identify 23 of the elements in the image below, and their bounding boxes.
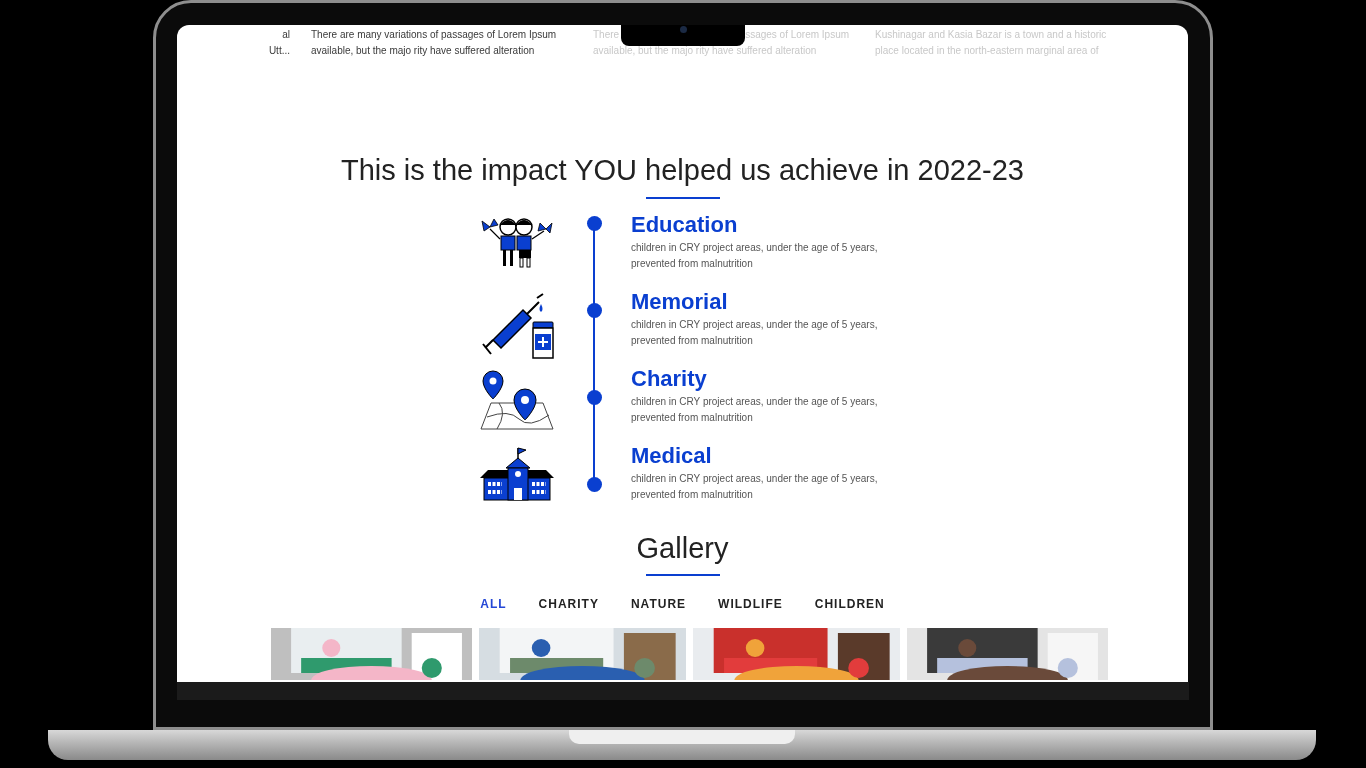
- filter-tab[interactable]: WILDLIFE: [718, 596, 783, 612]
- item-description: children in CRY project areas, under the age of 5 years, prevented from malnutrition: [631, 318, 879, 348]
- card-text: Utt...: [268, 44, 290, 58]
- card-text: al: [282, 28, 290, 42]
- filter-tab[interactable]: NATURE: [630, 596, 687, 612]
- item-description: children in CRY project areas, under the age of 5 years, prevented from malnutrition: [631, 472, 879, 502]
- item-title: Charity: [631, 366, 708, 392]
- item-description: children in CRY project areas, under the age of 5 years, prevented from malnutrition: [631, 241, 879, 271]
- filter-tab[interactable]: ALL: [480, 596, 507, 612]
- item-title: Memorial: [631, 289, 729, 315]
- card-text: There are many variations of passages of Lorem Ipsum: [311, 28, 558, 42]
- filter-tab[interactable]: CHARITY: [538, 596, 599, 612]
- syringe-icon: [479, 292, 555, 360]
- section-heading: Gallery: [636, 531, 729, 565]
- item-description: children in CRY project areas, under the age of 5 years, prevented from malnutrition: [631, 395, 879, 425]
- school-icon: [480, 446, 554, 502]
- section-heading: This is the impact YOU helped us achieve in 2022-23: [341, 153, 1024, 187]
- camera-icon: [679, 26, 687, 33]
- map-pin-icon: [479, 369, 555, 431]
- card-text: available, but the majo rity have suffered alteration: [311, 44, 536, 58]
- item-title: Medical: [631, 443, 713, 469]
- filter-tab[interactable]: CHILDREN: [814, 596, 885, 612]
- item-title: Education: [631, 212, 739, 238]
